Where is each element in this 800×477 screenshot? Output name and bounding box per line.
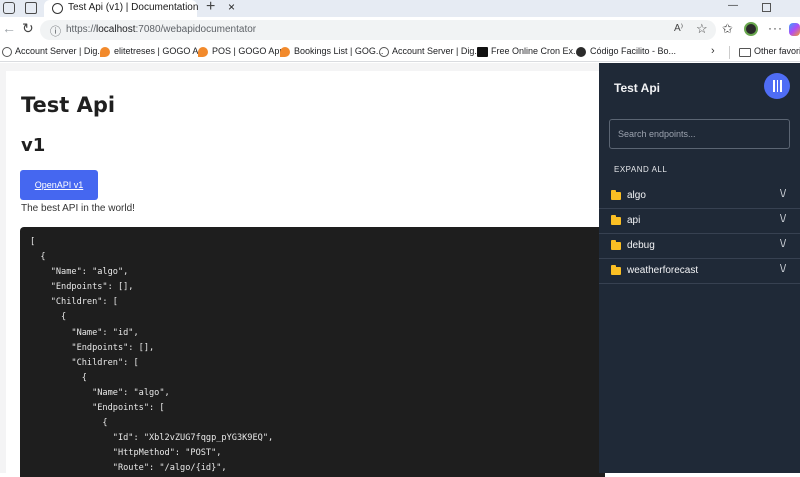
sidebar-item-algo[interactable]: algo \/ (599, 184, 800, 209)
read-aloud-icon[interactable]: A⁾ (674, 23, 683, 34)
folder-icon (611, 190, 621, 200)
copilot-icon[interactable] (789, 23, 800, 36)
endpoint-group-list: algo \/ api \/ debug \/ weatherforecast … (599, 184, 800, 284)
sidebar-title: Test Api (614, 81, 661, 95)
bookmark-item[interactable]: elitetreses | GOGO A... (114, 46, 206, 56)
browser-toolbar: ← ↻ ⓘ https://localhost:7080/webapidocum… (0, 17, 800, 43)
profile-avatar-icon[interactable] (744, 22, 758, 36)
chevron-down-icon[interactable]: \/ (780, 263, 786, 275)
other-favorites[interactable]: Other favorite (754, 46, 800, 56)
orange-icon (280, 47, 290, 57)
globe-icon (2, 47, 12, 57)
workspaces-icon[interactable] (3, 2, 15, 14)
menu-bars-icon (780, 80, 782, 92)
bookmark-item[interactable]: Código Facilito - Bo... (590, 46, 676, 56)
bookmark-item[interactable]: Account Server | Dig... (15, 46, 105, 56)
bookmark-item[interactable]: POS | GOGO App (212, 46, 284, 56)
orange-icon (198, 47, 208, 57)
api-version: v1 (21, 135, 46, 156)
more-options-icon[interactable]: ··· (768, 21, 783, 35)
sidebar-item-weatherforecast[interactable]: weatherforecast \/ (599, 259, 800, 284)
chevron-down-icon[interactable]: \/ (780, 238, 786, 250)
chevron-down-icon[interactable]: \/ (780, 188, 786, 200)
close-tab-icon[interactable]: × (228, 0, 235, 14)
documentation-panel: Test Api v1 OpenAPI v1 The best API in t… (6, 71, 605, 477)
address-url[interactable]: https://localhost:7080/webapidocumentato… (66, 24, 256, 35)
openapi-button[interactable]: OpenAPI v1 (20, 170, 98, 200)
sidebar-item-label: api (627, 215, 641, 226)
bookmark-item[interactable]: Account Server | Dig... (392, 46, 482, 56)
json-code-block: [ { "Name": "algo", "Endpoints": [], "Ch… (20, 227, 605, 477)
cf-icon (576, 47, 586, 57)
ff-icon (477, 47, 488, 57)
favorites-icon[interactable]: ✩ (722, 21, 733, 37)
folder-icon (611, 265, 621, 275)
maximize-icon[interactable] (762, 3, 771, 12)
orange-icon (100, 47, 110, 57)
folder-icon (739, 48, 751, 57)
back-arrow-icon[interactable]: ← (2, 20, 16, 36)
page-title: Test Api (21, 93, 116, 117)
reload-icon[interactable]: ↻ (22, 20, 34, 37)
sidebar-item-label: debug (627, 240, 655, 251)
api-description: The best API in the world! (21, 203, 135, 214)
address-bar[interactable]: ⓘ https://localhost:7080/webapidocumenta… (40, 20, 716, 40)
sidebar-item-api[interactable]: api \/ (599, 209, 800, 234)
expand-all-button[interactable]: EXPAND ALL (614, 165, 667, 174)
chevron-right-icon[interactable]: › (711, 45, 715, 57)
menu-toggle-button[interactable] (764, 73, 790, 99)
menu-bars-icon (776, 80, 778, 92)
bookmark-item[interactable]: Free Online Cron Ex... (491, 46, 581, 56)
globe-icon (52, 3, 63, 14)
new-tab-icon[interactable]: + (206, 0, 215, 16)
divider (729, 46, 730, 59)
chevron-down-icon[interactable]: \/ (780, 213, 786, 225)
minimize-icon[interactable]: — (728, 0, 738, 11)
sidebar-item-debug[interactable]: debug \/ (599, 234, 800, 259)
bookmarks-bar: Account Server | Dig... elitetreses | GO… (0, 43, 800, 62)
browser-tab[interactable]: Test Api (v1) | Documentation × (44, 0, 235, 17)
folder-icon (611, 215, 621, 225)
menu-bars-icon (773, 80, 775, 92)
endpoints-sidebar: Test Api EXPAND ALL algo \/ api \/ debug… (599, 63, 800, 473)
bookmark-item[interactable]: Bookings List | GOG... (294, 46, 383, 56)
tab-actions-icon[interactable] (25, 2, 37, 14)
sidebar-item-label: algo (627, 190, 646, 201)
sidebar-item-label: weatherforecast (627, 265, 699, 276)
globe-icon (379, 47, 389, 57)
star-icon[interactable]: ☆ (696, 21, 708, 37)
search-input[interactable] (609, 119, 790, 149)
browser-tab-strip: Test Api (v1) | Documentation × + — (0, 0, 800, 17)
tab-title: Test Api (v1) | Documentation (68, 2, 199, 13)
folder-icon (611, 240, 621, 250)
site-info-icon[interactable]: ⓘ (50, 23, 61, 39)
code-content: [ { "Name": "algo", "Endpoints": [], "Ch… (30, 237, 274, 474)
